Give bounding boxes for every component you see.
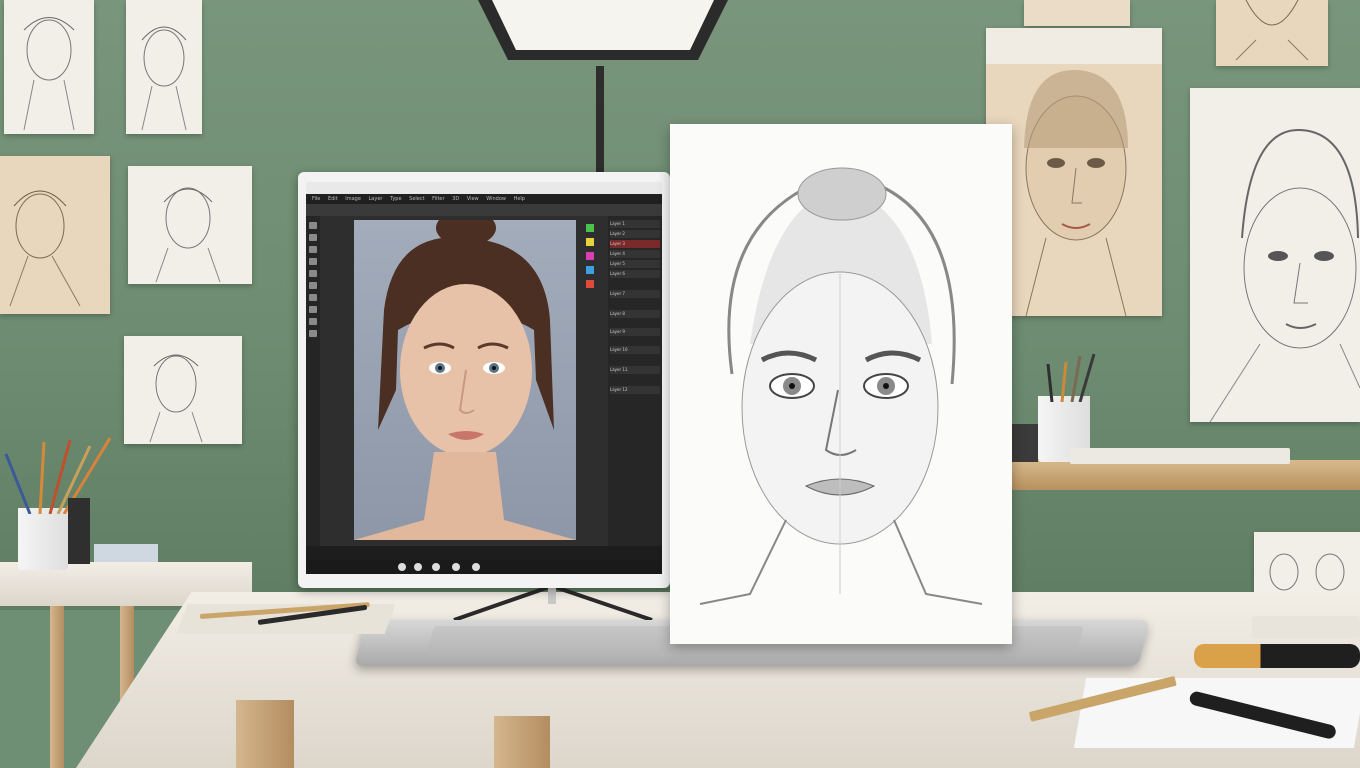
photo-editor-window: File Edit Image Layer Type Select Filter… — [306, 182, 662, 574]
menu-item[interactable]: File — [312, 196, 320, 202]
swatch[interactable] — [586, 252, 594, 260]
title-bar — [306, 182, 662, 194]
layers-panel[interactable]: Layer 1 Layer 2 Layer 3 Layer 4 Layer 5 … — [608, 216, 662, 546]
wall-drawing — [1024, 0, 1130, 26]
lamp-icon — [478, 0, 728, 60]
menu-item[interactable]: 3D — [452, 196, 459, 202]
menu-item[interactable]: Help — [514, 196, 525, 202]
options-bar[interactable] — [306, 204, 662, 216]
swatch[interactable] — [586, 238, 594, 246]
wall-drawing — [986, 28, 1162, 316]
tool-icon[interactable] — [309, 234, 317, 241]
tools-panel[interactable] — [306, 216, 320, 546]
tool-icon[interactable] — [309, 258, 317, 265]
ruler — [1252, 616, 1360, 638]
pencil-sketch — [670, 124, 1012, 644]
wall-drawing — [1190, 88, 1360, 422]
tool-icon[interactable] — [309, 270, 317, 277]
pencil-icon — [1194, 644, 1360, 668]
tool-icon[interactable] — [309, 246, 317, 253]
taskbar-icon[interactable] — [472, 563, 480, 571]
layer-row[interactable]: Layer 5 — [610, 260, 660, 268]
taskbar-icon[interactable] — [398, 563, 406, 571]
layer-row[interactable]: Layer 10 — [610, 346, 660, 354]
tool-icon[interactable] — [309, 282, 317, 289]
wall-drawing — [0, 156, 110, 314]
layer-row[interactable]: Layer 6 — [610, 270, 660, 278]
taskbar[interactable] — [306, 560, 662, 574]
swatch[interactable] — [586, 280, 594, 288]
layer-row[interactable]: Layer 2 — [610, 230, 660, 238]
tool-icon[interactable] — [309, 222, 317, 229]
wall-drawing — [1216, 0, 1328, 66]
swatch[interactable] — [586, 266, 594, 274]
softbox-lamp — [468, 0, 738, 70]
layer-row[interactable]: Layer 4 — [610, 250, 660, 258]
menu-item[interactable]: Type — [390, 196, 401, 202]
taskbar-icon[interactable] — [414, 563, 422, 571]
sheet-of-paper — [1073, 678, 1360, 748]
portrait-photo — [354, 220, 576, 540]
menu-item[interactable]: Select — [409, 196, 424, 202]
menu-item[interactable]: Edit — [328, 196, 338, 202]
wall-drawing — [124, 336, 242, 444]
monitor: File Edit Image Layer Type Select Filter… — [298, 172, 670, 588]
taskbar-icon[interactable] — [452, 563, 460, 571]
tool-icon[interactable] — [309, 330, 317, 337]
wall-drawing — [126, 0, 202, 134]
menu-item[interactable]: Image — [345, 196, 361, 202]
wall-drawing — [4, 0, 94, 134]
desk-leg — [494, 716, 550, 768]
image-canvas[interactable] — [354, 220, 576, 540]
pencil-icon — [1046, 352, 1106, 403]
pencil-cup — [18, 508, 68, 570]
layer-row[interactable]: Layer 1 — [610, 220, 660, 228]
shelf-books — [1070, 448, 1290, 464]
brush-icon — [0, 434, 120, 515]
tool-icon[interactable] — [309, 294, 317, 301]
wall-drawing — [128, 166, 252, 284]
desk-leg — [236, 700, 294, 768]
dark-box — [1012, 424, 1038, 462]
menu-item[interactable]: Window — [486, 196, 506, 202]
layer-row[interactable]: Layer 11 — [610, 366, 660, 374]
lamp-stand — [596, 66, 604, 174]
layer-row[interactable]: Layer 7 — [610, 290, 660, 298]
tool-icon[interactable] — [309, 306, 317, 313]
menu-item[interactable]: Layer — [369, 196, 383, 202]
status-bar — [306, 546, 662, 560]
small-box — [94, 544, 158, 562]
desk-leg — [50, 606, 64, 768]
tool-icon[interactable] — [309, 318, 317, 325]
dark-jar — [68, 498, 90, 564]
menu-item[interactable]: Filter — [432, 196, 444, 202]
layer-row[interactable]: Layer 8 — [610, 310, 660, 318]
menu-bar[interactable]: File Edit Image Layer Type Select Filter… — [306, 194, 662, 204]
layer-row[interactable]: Layer 12 — [610, 386, 660, 394]
layer-row[interactable]: Layer 9 — [610, 328, 660, 336]
layer-row[interactable]: Layer 3 — [610, 240, 660, 248]
wall-shelf — [1010, 460, 1360, 490]
taskbar-icon[interactable] — [432, 563, 440, 571]
swatches-column[interactable] — [584, 220, 598, 520]
swatch[interactable] — [586, 224, 594, 232]
menu-item[interactable]: View — [467, 196, 479, 202]
